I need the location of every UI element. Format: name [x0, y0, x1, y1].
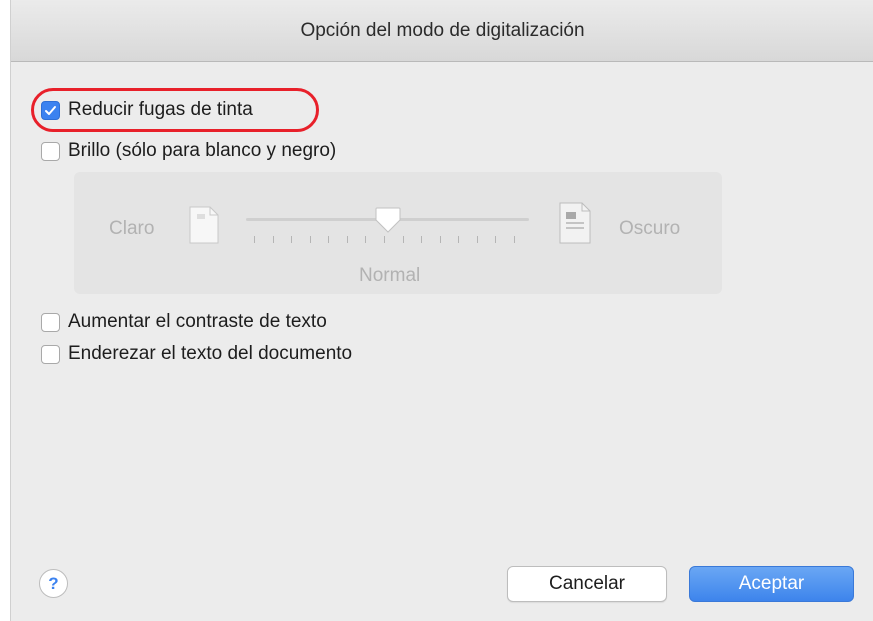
slider-tick	[346, 236, 348, 243]
slider-tick	[421, 236, 423, 243]
slider-tick	[514, 236, 515, 243]
increase-contrast-label: Aumentar el contraste de texto	[68, 311, 327, 332]
slider-tick	[254, 236, 255, 243]
dark-document-icon	[559, 202, 591, 244]
slider-left-label: Claro	[109, 218, 155, 239]
slider-tick	[384, 236, 385, 243]
slider-tick	[458, 236, 460, 243]
slider-tick	[365, 236, 367, 243]
brightness-option[interactable]: Brillo (sólo para blanco y negro)	[41, 138, 336, 164]
checkmark-icon	[45, 105, 56, 115]
straighten-text-option[interactable]: Enderezar el texto del documento	[41, 341, 352, 367]
slider-ticks	[254, 236, 515, 244]
increase-contrast-checkbox[interactable]	[41, 312, 60, 332]
slider-tick	[402, 236, 404, 243]
slider-tick	[439, 236, 441, 243]
brightness-panel: Claro Oscuro Normal	[74, 172, 722, 294]
slider-right-label: Oscuro	[619, 218, 681, 239]
dialog-title: Opción del modo de digitalización	[11, 0, 873, 62]
reduce-ink-bleed-checkbox[interactable]	[41, 100, 60, 120]
slider-tick	[309, 236, 311, 243]
straighten-text-checkbox[interactable]	[41, 344, 60, 364]
light-document-icon	[189, 206, 219, 244]
brightness-slider-thumb[interactable]	[374, 206, 402, 234]
reduce-ink-bleed-label: Reducir fugas de tinta	[68, 99, 253, 120]
accept-button[interactable]: Aceptar	[689, 566, 854, 602]
slider-value-label: Normal	[359, 265, 421, 286]
slider-tick	[495, 236, 497, 243]
slider-tick	[291, 236, 293, 243]
slider-tick	[476, 236, 478, 243]
slider-tick	[272, 236, 274, 243]
brightness-label: Brillo (sólo para blanco y negro)	[68, 140, 337, 161]
cancel-button[interactable]: Cancelar	[507, 566, 667, 602]
slider-tick	[328, 236, 330, 243]
straighten-text-label: Enderezar el texto del documento	[68, 343, 353, 364]
increase-contrast-option[interactable]: Aumentar el contraste de texto	[41, 309, 327, 335]
reduce-ink-bleed-option[interactable]: Reducir fugas de tinta	[41, 97, 253, 123]
scan-mode-options-dialog: Opción del modo de digitalización Reduci…	[10, 0, 873, 621]
help-button[interactable]: ?	[39, 569, 68, 598]
brightness-checkbox[interactable]	[41, 141, 60, 161]
